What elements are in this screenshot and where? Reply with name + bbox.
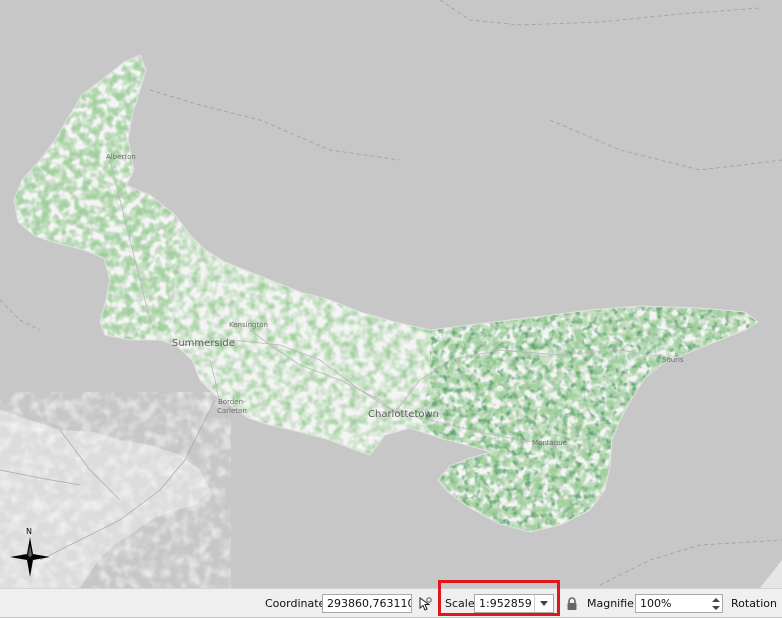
status-bar: Coordinate 293860,763110 Scale 1:952859 … bbox=[0, 588, 782, 617]
coordinate-field[interactable]: 293860,763110 bbox=[322, 594, 412, 613]
coordinate-label: Coordinate bbox=[265, 597, 326, 610]
magnifier-label: Magnifier bbox=[587, 597, 639, 610]
coordinate-value: 293860,763110 bbox=[327, 597, 412, 610]
place-label-borden-carleton-line1: Borden- bbox=[218, 398, 246, 406]
map-layers bbox=[0, 0, 782, 588]
place-label-souris: Souris bbox=[662, 356, 684, 364]
lock-icon[interactable] bbox=[566, 589, 578, 618]
place-label-charlottetown: Charlottetown bbox=[368, 409, 440, 420]
magnifier-value: 100% bbox=[640, 597, 672, 610]
spin-arrows-icon bbox=[711, 597, 720, 610]
place-label-kensington: Kensington bbox=[229, 321, 268, 329]
magnifier-spinbox[interactable]: 100% bbox=[635, 594, 723, 613]
place-label-alberton: Alberton bbox=[106, 153, 136, 161]
place-label-borden-carleton-line2: Carleton bbox=[217, 407, 247, 415]
north-arrow-icon: N bbox=[8, 527, 52, 579]
mouse-pointer-toggle-icon[interactable] bbox=[417, 589, 433, 618]
place-label-montague: Montague bbox=[532, 439, 567, 447]
scale-highlight-box bbox=[438, 580, 560, 616]
map-canvas[interactable]: Alberton Kensington Summerside Borden- C… bbox=[0, 0, 782, 588]
magnifier-spin-buttons[interactable] bbox=[709, 595, 722, 612]
place-label-summerside: Summerside bbox=[172, 338, 235, 349]
rotation-label: Rotation bbox=[731, 597, 778, 610]
